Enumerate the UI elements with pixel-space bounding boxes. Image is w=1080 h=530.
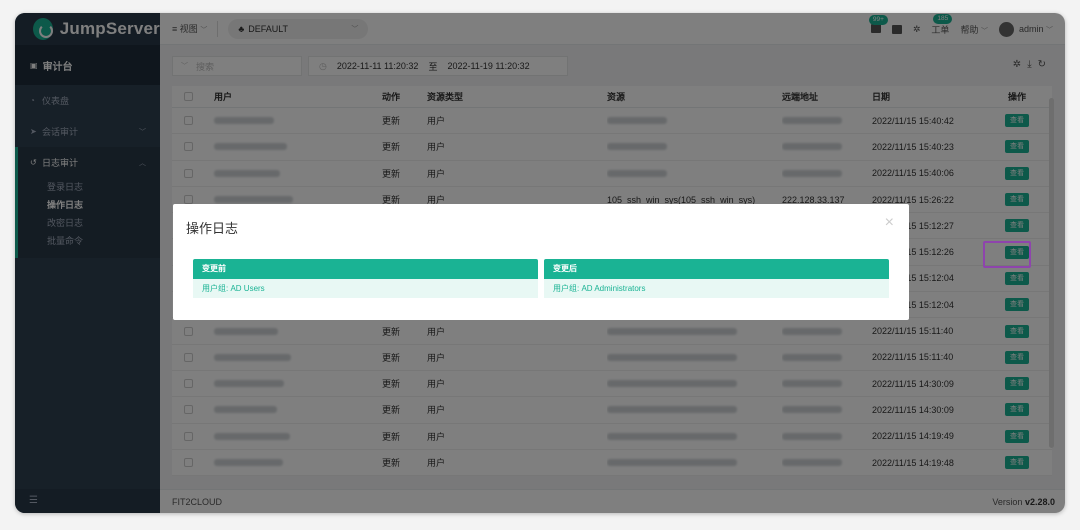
app-window: JumpServer ▣审计台 ◔仪表盘 ➤会话审计﹀ ↺日志审计︿ 登录日志 … — [15, 13, 1065, 513]
before-header: 变更前 — [193, 259, 538, 279]
dialog-title: 操作日志 — [186, 221, 239, 236]
after-panel: 变更后 用户组: AD Administrators — [544, 259, 889, 298]
highlight-box — [983, 241, 1031, 268]
operate-log-dialog: 操作日志 × 变更前 用户组: AD Users 变更后 用户组: AD Adm… — [173, 204, 909, 320]
after-value: 用户组: AD Administrators — [544, 279, 889, 298]
before-value: 用户组: AD Users — [193, 279, 538, 298]
before-panel: 变更前 用户组: AD Users — [193, 259, 538, 298]
after-header: 变更后 — [544, 259, 889, 279]
close-icon[interactable]: × — [885, 214, 894, 232]
